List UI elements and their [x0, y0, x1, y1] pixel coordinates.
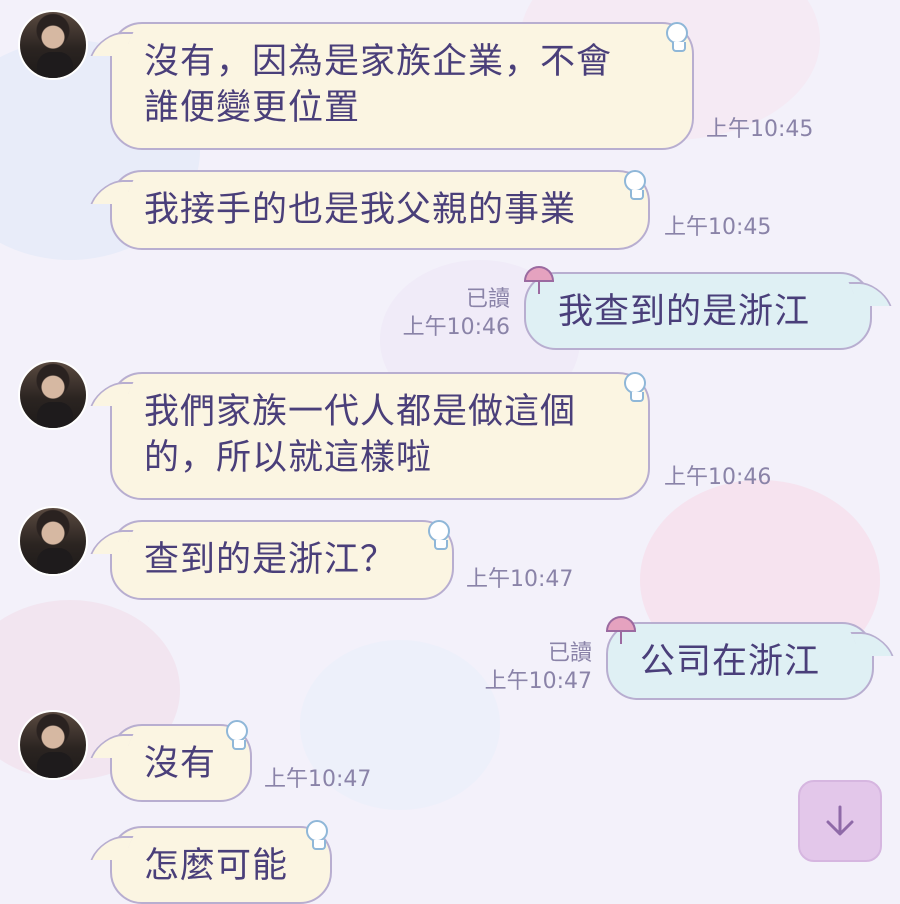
message-time: 上午10:46: [402, 315, 510, 340]
avatar[interactable]: [18, 360, 88, 430]
avatar[interactable]: [18, 10, 88, 80]
message-time: 上午10:46: [664, 465, 772, 490]
read-receipt: 已讀: [465, 287, 510, 312]
sticker-doll-icon: [666, 22, 688, 52]
umbrella-icon: [606, 616, 636, 644]
message-bubble-incoming[interactable]: 我接手的也是我父親的事業: [110, 170, 650, 250]
message-bubble-incoming[interactable]: 沒有，因為是家族企業，不會 誰便變更位置: [110, 22, 694, 150]
sticker-doll-icon: [624, 170, 646, 200]
message-time: 上午10:45: [664, 215, 772, 240]
avatar[interactable]: [18, 710, 88, 780]
umbrella-icon: [524, 266, 554, 294]
avatar[interactable]: [18, 506, 88, 576]
sticker-doll-icon: [428, 520, 450, 550]
sticker-doll-icon: [306, 820, 328, 850]
arrow-down-icon: [826, 805, 854, 836]
message-bubble-incoming[interactable]: 查到的是浙江？: [110, 520, 454, 600]
message-time: 上午10:47: [484, 669, 592, 694]
message-bubble-outgoing[interactable]: 公司在浙江: [606, 622, 874, 700]
message-read-meta: 已讀 上午10:47: [474, 640, 592, 696]
message-bubble-incoming[interactable]: 我們家族一代人都是做這個 的，所以就這樣啦: [110, 372, 650, 500]
sticker-doll-icon: [624, 372, 646, 402]
scroll-to-bottom-button[interactable]: [798, 780, 882, 862]
chat-message-list[interactable]: 沒有，因為是家族企業，不會 誰便變更位置 上午10:45 我接手的也是我父親的事…: [0, 0, 900, 904]
message-time: 上午10:47: [264, 767, 372, 792]
read-receipt: 已讀: [547, 641, 592, 666]
message-time: 上午10:45: [706, 117, 814, 142]
message-read-meta: 已讀 上午10:46: [396, 286, 510, 342]
message-bubble-outgoing[interactable]: 我查到的是浙江: [524, 272, 872, 350]
message-time: 上午10:47: [466, 567, 574, 592]
sticker-doll-icon: [226, 720, 248, 750]
message-bubble-incoming[interactable]: 怎麼可能: [110, 826, 332, 904]
